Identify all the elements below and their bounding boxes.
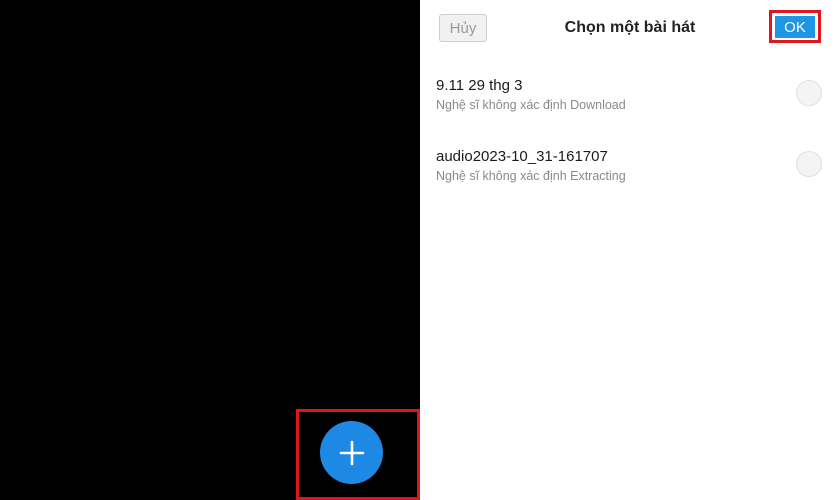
song-title: audio2023-10_31-161707	[436, 148, 608, 165]
song-list-item[interactable]: audio2023-10_31-161707 Nghệ sĩ không xác…	[420, 131, 840, 202]
song-picker-panel: Hủy Chọn một bài hát OK 9.11 29 thg 3 Ng…	[420, 0, 840, 500]
song-select-radio[interactable]	[796, 151, 822, 177]
song-list: 9.11 29 thg 3 Nghệ sĩ không xác định Dow…	[420, 60, 840, 202]
left-panel	[0, 0, 420, 500]
song-list-item[interactable]: 9.11 29 thg 3 Nghệ sĩ không xác định Dow…	[420, 60, 840, 131]
song-title: 9.11 29 thg 3	[436, 77, 523, 94]
song-select-radio[interactable]	[796, 80, 822, 106]
song-artist-album: Nghệ sĩ không xác định Extracting	[436, 169, 626, 183]
song-artist-album: Nghệ sĩ không xác định Download	[436, 98, 626, 112]
add-button[interactable]	[320, 421, 383, 484]
song-picker-header: Hủy Chọn một bài hát OK	[420, 0, 840, 60]
plus-icon	[339, 440, 364, 465]
ok-button[interactable]: OK	[775, 16, 815, 38]
